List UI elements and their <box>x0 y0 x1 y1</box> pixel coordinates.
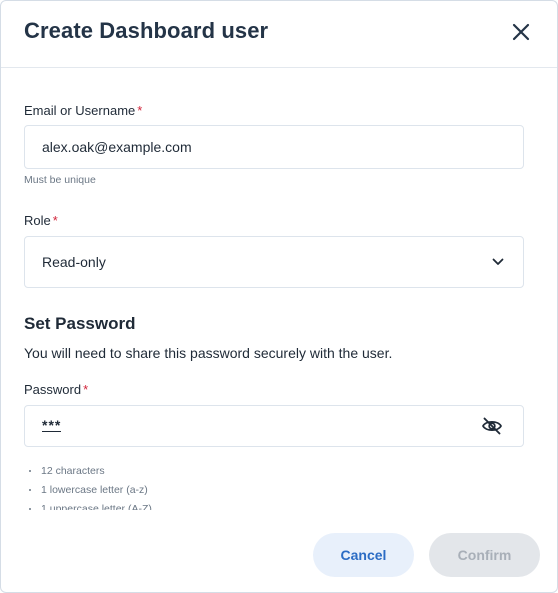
role-label: Role * <box>24 213 58 228</box>
close-button[interactable] <box>507 18 535 46</box>
set-password-description: You will need to share this password sec… <box>24 345 393 361</box>
cancel-button[interactable]: Cancel <box>313 533 414 577</box>
list-item: 1 uppercase letter (A-Z) <box>28 500 428 510</box>
eye-off-icon <box>482 417 502 435</box>
email-label-text: Email or Username <box>24 103 136 118</box>
confirm-button[interactable]: Confirm <box>429 533 540 577</box>
password-label: Password * <box>24 382 88 397</box>
required-mark: * <box>83 382 89 397</box>
role-label-text: Role <box>24 213 51 228</box>
role-select[interactable]: Read-only <box>24 236 524 288</box>
dialog-title: Create Dashboard user <box>24 18 269 43</box>
password-field[interactable]: *** <box>24 405 524 447</box>
email-field[interactable] <box>42 139 523 155</box>
create-user-dialog: Create Dashboard user Email or Username *… <box>0 0 558 593</box>
password-masked-value: *** <box>42 417 62 433</box>
password-label-text: Password <box>24 382 82 397</box>
set-password-heading: Set Password <box>24 314 136 333</box>
email-field-wrapper <box>24 125 524 169</box>
role-selected-value: Read-only <box>42 254 106 270</box>
email-label: Email or Username * <box>24 103 142 118</box>
list-item: 1 lowercase letter (a-z) <box>28 481 428 500</box>
close-icon <box>512 23 530 41</box>
password-requirements-list: 12 characters 1 lowercase letter (a-z) 1… <box>28 462 428 510</box>
dialog-header: Create Dashboard user <box>1 1 557 68</box>
required-mark: * <box>52 213 58 228</box>
email-hint: Must be unique <box>24 174 96 186</box>
chevron-down-icon <box>491 255 505 269</box>
toggle-password-visibility-button[interactable] <box>481 415 503 437</box>
list-item: 12 characters <box>28 462 428 481</box>
required-mark: * <box>137 103 143 118</box>
